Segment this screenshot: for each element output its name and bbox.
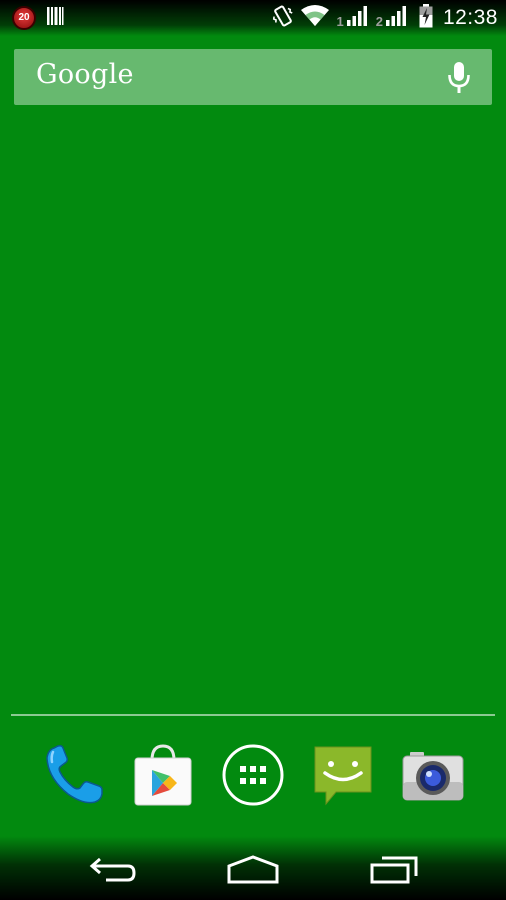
app-dock bbox=[0, 735, 506, 815]
home-button[interactable] bbox=[208, 850, 298, 890]
play-store-app[interactable] bbox=[127, 735, 199, 815]
barcode-notification-icon bbox=[46, 6, 64, 31]
status-bar[interactable]: 20 1 2 12:38 bbox=[0, 0, 506, 36]
app-drawer-button[interactable] bbox=[217, 735, 289, 815]
wifi-icon bbox=[300, 4, 330, 33]
signal-strength-sim2-icon bbox=[385, 5, 409, 32]
messaging-app[interactable] bbox=[307, 735, 379, 815]
phone-icon bbox=[46, 745, 103, 804]
sim1-label: 1 bbox=[336, 14, 344, 29]
recent-apps-icon bbox=[370, 856, 418, 884]
phone-app[interactable] bbox=[37, 735, 109, 815]
back-icon bbox=[89, 857, 136, 882]
status-clock: 12:38 bbox=[442, 6, 498, 29]
google-logo: Google bbox=[36, 59, 134, 90]
messaging-icon bbox=[314, 746, 372, 806]
vibrate-icon bbox=[270, 3, 296, 34]
home-icon bbox=[227, 855, 279, 884]
google-search-bar[interactable]: Google bbox=[14, 49, 492, 105]
navigation-bar bbox=[0, 836, 506, 900]
battery-charging-icon bbox=[419, 3, 433, 33]
recent-apps-button[interactable] bbox=[349, 850, 439, 890]
microphone-icon[interactable] bbox=[446, 61, 472, 95]
notification-count-badge: 20 bbox=[12, 6, 36, 30]
camera-app[interactable] bbox=[397, 735, 469, 815]
sim2-label: 2 bbox=[375, 14, 383, 29]
play-store-icon bbox=[134, 744, 192, 806]
app-drawer-icon bbox=[222, 744, 284, 806]
dock-divider bbox=[11, 714, 495, 716]
signal-strength-sim1-icon bbox=[346, 5, 370, 32]
camera-icon bbox=[402, 752, 464, 801]
back-button[interactable] bbox=[68, 850, 158, 890]
